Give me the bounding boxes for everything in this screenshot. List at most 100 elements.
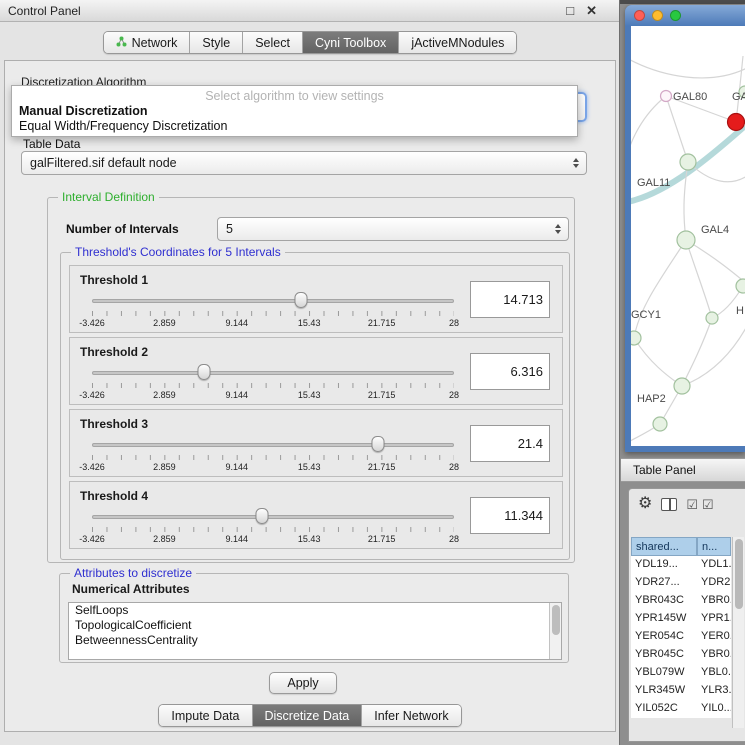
network-node[interactable] bbox=[680, 154, 696, 170]
tab-infer-network[interactable]: Infer Network bbox=[362, 705, 460, 726]
table-row[interactable]: YBR043CYBR0... bbox=[631, 592, 731, 610]
close-traffic-light[interactable] bbox=[634, 10, 645, 21]
network-node[interactable] bbox=[706, 312, 718, 324]
table-cell: YIL052C bbox=[631, 700, 697, 718]
apply-button[interactable]: Apply bbox=[269, 672, 337, 694]
threshold-slider[interactable]: -3.4262.8599.14415.4321.71528 bbox=[92, 362, 454, 400]
select-rows-icon[interactable]: ☑ bbox=[702, 498, 714, 511]
tick-label: 9.144 bbox=[226, 318, 249, 328]
table-data-label: Table Data bbox=[23, 137, 80, 151]
tab-select[interactable]: Select bbox=[243, 32, 303, 53]
scrollbar-thumb[interactable] bbox=[735, 539, 743, 609]
slider-scale: -3.4262.8599.14415.4321.71528 bbox=[92, 534, 454, 544]
threshold-slider[interactable]: -3.4262.8599.14415.4321.71528 bbox=[92, 506, 454, 544]
tick-label: 15.43 bbox=[298, 534, 321, 544]
tab-impute-data[interactable]: Impute Data bbox=[159, 705, 252, 726]
network-edge[interactable] bbox=[682, 326, 745, 386]
slider-track[interactable] bbox=[92, 371, 454, 375]
threshold-value-box[interactable]: 11.344 bbox=[470, 497, 550, 534]
select-all-icon[interactable]: ☑ bbox=[686, 498, 698, 511]
slider-thumb[interactable] bbox=[371, 436, 384, 452]
zoom-traffic-light[interactable] bbox=[670, 10, 681, 21]
slider-track[interactable] bbox=[92, 515, 454, 519]
column-header[interactable]: shared... bbox=[631, 537, 697, 556]
slider-track[interactable] bbox=[92, 443, 454, 447]
table-row[interactable]: YER054CYER0... bbox=[631, 628, 731, 646]
tick-label: 9.144 bbox=[226, 390, 249, 400]
tab-label: Network bbox=[132, 36, 178, 50]
threshold-slider[interactable]: -3.4262.8599.14415.4321.71528 bbox=[92, 290, 454, 328]
network-node-label: GA bbox=[732, 91, 745, 103]
network-node[interactable] bbox=[677, 231, 695, 249]
tab-discretize-data[interactable]: Discretize Data bbox=[253, 705, 363, 726]
table-row[interactable]: YBL079WYBL0... bbox=[631, 664, 731, 682]
network-node[interactable] bbox=[661, 91, 672, 102]
columns-icon[interactable] bbox=[661, 498, 677, 511]
threshold-slider[interactable]: -3.4262.8599.14415.4321.71528 bbox=[92, 434, 454, 472]
attribute-list-item[interactable]: TopologicalCoefficient bbox=[69, 618, 561, 633]
table-row[interactable]: YBR045CYBR0... bbox=[631, 646, 731, 664]
network-edge[interactable] bbox=[634, 338, 682, 386]
table-cell: YDR27... bbox=[631, 574, 697, 592]
number-of-intervals-label: Number of Intervals bbox=[66, 222, 179, 236]
table-data-combo[interactable]: galFiltered.sif default node bbox=[21, 151, 587, 175]
network-edge[interactable] bbox=[631, 56, 745, 78]
table-cell: YDL19... bbox=[631, 556, 697, 574]
tab-style[interactable]: Style bbox=[190, 32, 243, 53]
slider-thumb[interactable] bbox=[256, 508, 269, 524]
table-row[interactable]: YDL19...YDL1... bbox=[631, 556, 731, 574]
close-icon[interactable]: ✕ bbox=[586, 3, 597, 19]
slider-thumb[interactable] bbox=[198, 364, 211, 380]
attributes-scrollbar[interactable] bbox=[549, 603, 561, 659]
table-cell: YLR345W bbox=[631, 682, 697, 700]
numerical-attributes-list[interactable]: SelfLoopsTopologicalCoefficientBetweenne… bbox=[68, 602, 562, 660]
top-tab-bar: Network StyleSelectCyni ToolboxjActiveMNo… bbox=[103, 31, 518, 54]
tab-network[interactable]: Network bbox=[104, 32, 191, 53]
network-edge[interactable] bbox=[631, 96, 666, 176]
network-node[interactable] bbox=[736, 279, 745, 293]
network-edge[interactable] bbox=[686, 240, 712, 318]
table-row[interactable]: YDR27...YDR2... bbox=[631, 574, 731, 592]
bottom-tab-bar: Impute DataDiscretize DataInfer Network bbox=[158, 704, 461, 727]
threshold-value-box[interactable]: 21.4 bbox=[470, 425, 550, 462]
network-edge[interactable] bbox=[666, 96, 688, 162]
attribute-list-item[interactable]: BetweennessCentrality bbox=[69, 633, 561, 648]
network-canvas-svg: GAL80GAGAL11GAL4GCY1HHAP2 bbox=[631, 26, 745, 446]
table-cell: YDR2... bbox=[697, 574, 731, 592]
table-row[interactable]: YPR145WYPR1... bbox=[631, 610, 731, 628]
number-of-intervals-combo[interactable]: 5 bbox=[217, 217, 569, 241]
gear-icon[interactable]: ⚙ bbox=[638, 496, 652, 512]
network-node[interactable] bbox=[653, 417, 667, 431]
algorithm-option[interactable]: Manual Discretization bbox=[12, 104, 577, 119]
float-window-icon[interactable]: □ bbox=[566, 3, 574, 19]
tick-label: -3.426 bbox=[79, 390, 105, 400]
tick-label: 2.859 bbox=[153, 534, 176, 544]
attribute-list-item[interactable]: SelfLoops bbox=[69, 603, 561, 618]
tab-jactivemnodules[interactable]: jActiveMNodules bbox=[399, 32, 516, 53]
table-panel-header[interactable]: Table Panel bbox=[621, 458, 745, 482]
scrollbar-thumb[interactable] bbox=[552, 605, 560, 635]
slider-track[interactable] bbox=[92, 299, 454, 303]
column-header[interactable]: n... bbox=[697, 537, 731, 556]
table-row[interactable]: YIL052CYIL0... bbox=[631, 700, 731, 718]
network-edge[interactable] bbox=[634, 240, 686, 338]
table-cell: YIL0... bbox=[697, 700, 731, 718]
network-canvas[interactable]: GAL80GAGAL11GAL4GCY1HHAP2 bbox=[631, 26, 745, 446]
table-row[interactable]: YLR345WYLR3... bbox=[631, 682, 731, 700]
tab-cyni-toolbox[interactable]: Cyni Toolbox bbox=[303, 32, 399, 53]
network-edge[interactable] bbox=[686, 240, 745, 284]
threshold-value-box[interactable]: 6.316 bbox=[470, 353, 550, 390]
minimize-traffic-light[interactable] bbox=[652, 10, 663, 21]
slider-scale: -3.4262.8599.14415.4321.71528 bbox=[92, 462, 454, 472]
bottom-tab-bar-wrap: Impute DataDiscretize DataInfer Network bbox=[0, 704, 620, 727]
network-node[interactable] bbox=[674, 378, 690, 394]
threshold-value-box[interactable]: 14.713 bbox=[470, 281, 550, 318]
slider-thumb[interactable] bbox=[294, 292, 307, 308]
table-scrollbar[interactable] bbox=[732, 537, 744, 728]
algorithm-option[interactable]: Equal Width/Frequency Discretization bbox=[12, 119, 577, 134]
network-edge[interactable] bbox=[682, 318, 712, 386]
table-data-selected: galFiltered.sif default node bbox=[30, 156, 177, 170]
network-node[interactable] bbox=[631, 331, 641, 345]
network-node[interactable] bbox=[728, 114, 745, 131]
tick-label: 21.715 bbox=[368, 318, 396, 328]
